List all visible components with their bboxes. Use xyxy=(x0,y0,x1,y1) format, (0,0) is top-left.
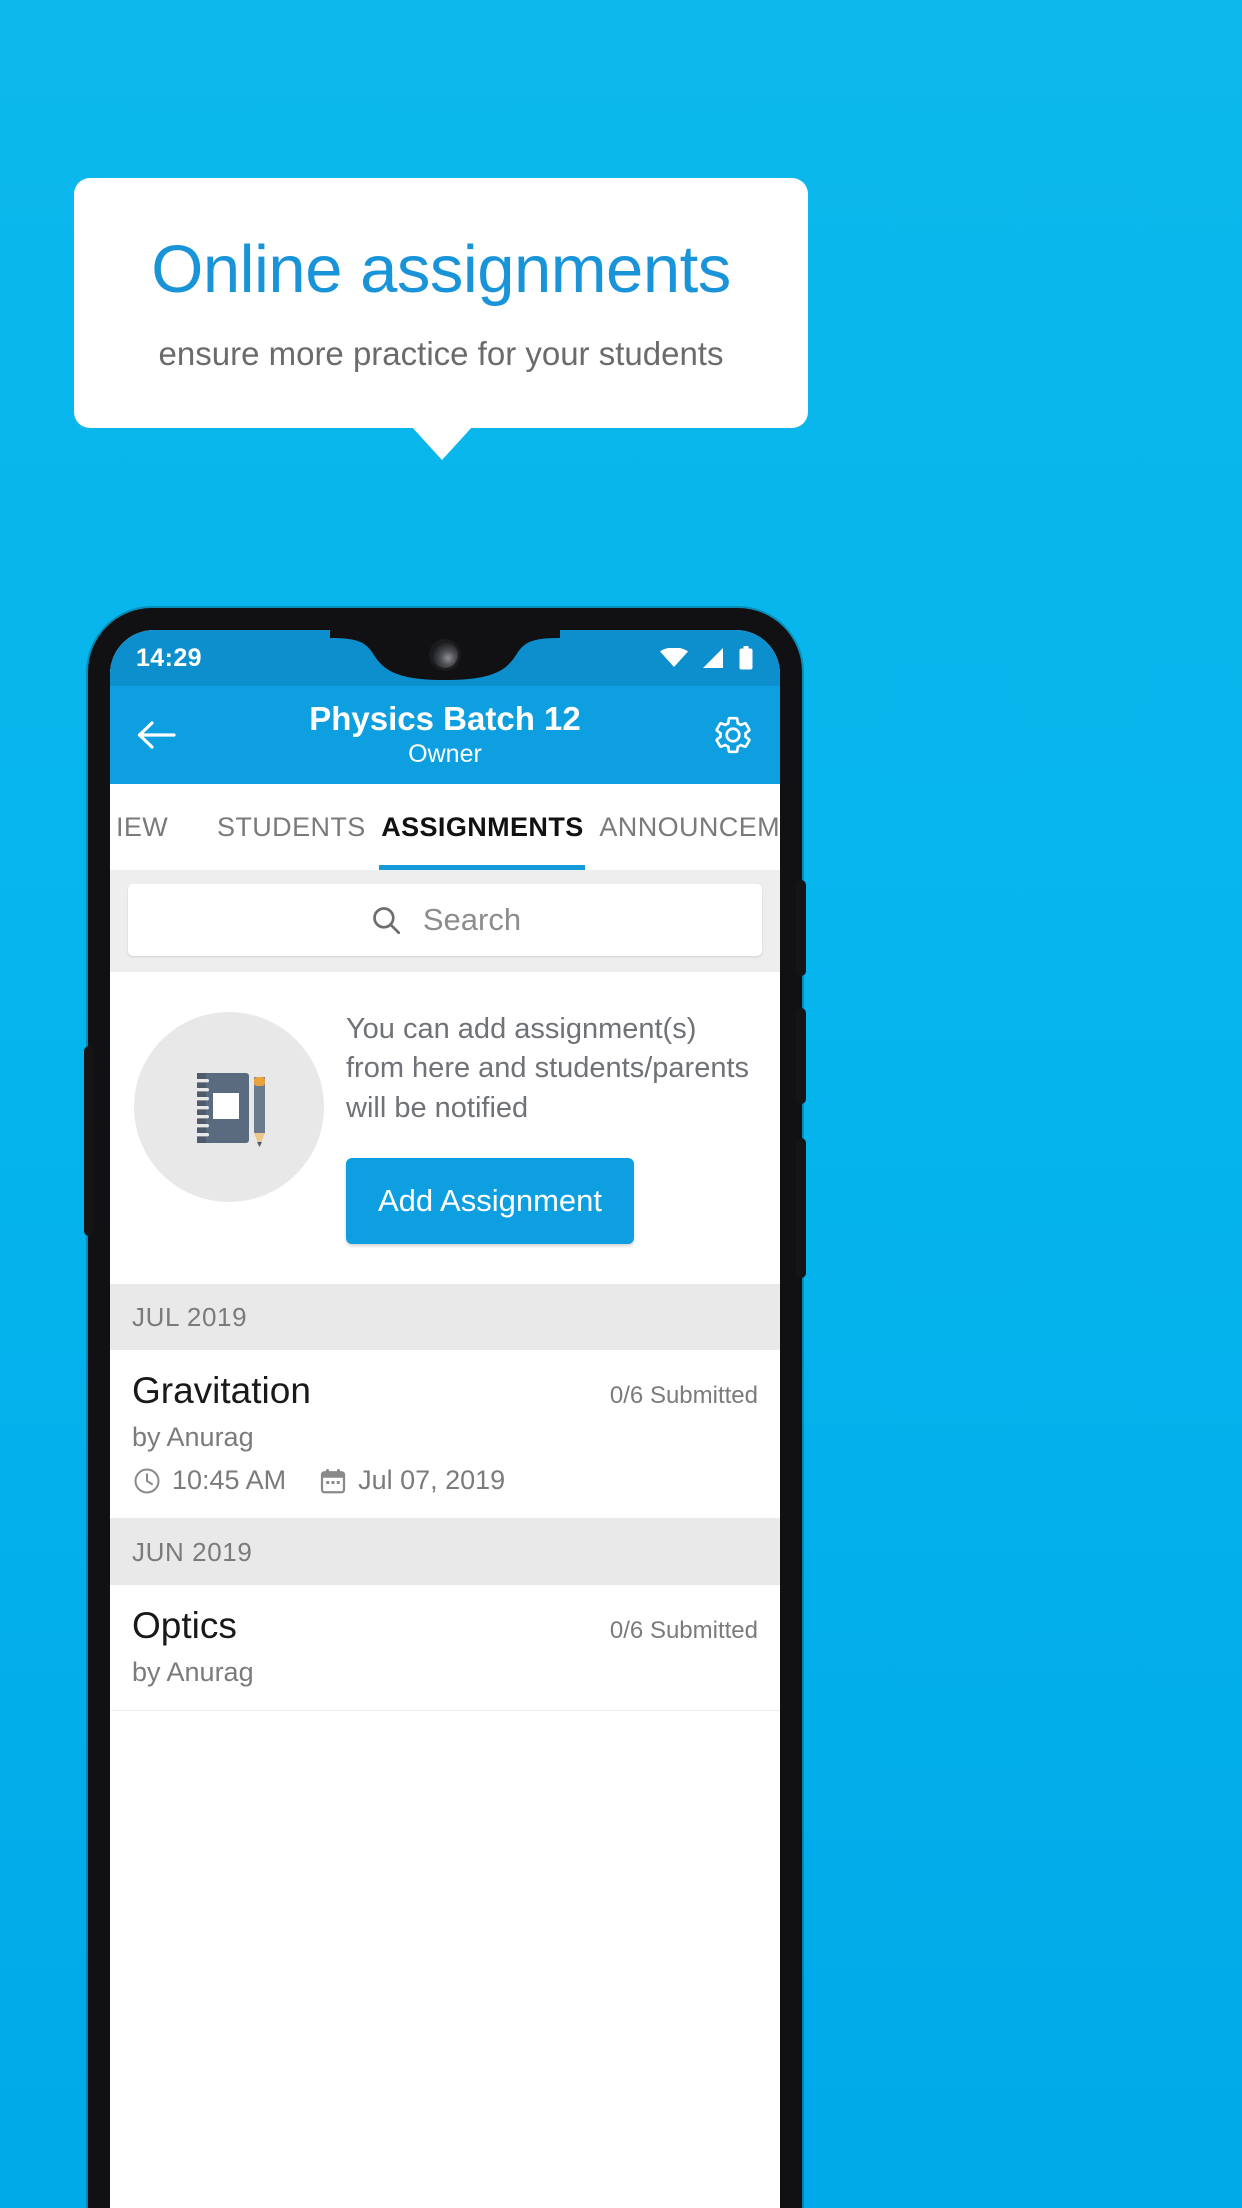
tab-students[interactable]: STUDENTS xyxy=(203,784,379,870)
promo-bubble: Online assignments ensure more practice … xyxy=(74,178,808,428)
clock-icon xyxy=(132,1466,162,1496)
assignment-row[interactable]: Optics 0/6 Submitted by Anurag xyxy=(110,1585,780,1712)
tab-bar: IEW STUDENTS ASSIGNMENTS ANNOUNCEM xyxy=(110,784,780,870)
assignment-title: Gravitation xyxy=(132,1370,311,1412)
page-title: Physics Batch 12 xyxy=(309,699,581,737)
tab-overview[interactable]: IEW xyxy=(110,784,203,870)
battery-icon xyxy=(738,646,754,670)
assignment-meta: 10:45 AM Jul 07, 2019 xyxy=(132,1465,758,1496)
promo-title: Online assignments xyxy=(151,232,731,308)
phone-mockup: 14:29 Physics Batch 12 Owner IEW STUDENT… xyxy=(84,608,806,2208)
promo-bubble-tail xyxy=(411,426,473,460)
add-assignment-button[interactable]: Add Assignment xyxy=(346,1158,635,1245)
signal-icon xyxy=(701,647,725,669)
assignment-author: by Anurag xyxy=(132,1422,254,1453)
back-button[interactable] xyxy=(136,720,188,750)
front-camera-icon xyxy=(432,642,458,668)
tab-announcements[interactable]: ANNOUNCEM xyxy=(585,784,780,870)
status-icons xyxy=(660,646,754,670)
volume-up-button[interactable] xyxy=(796,880,806,976)
notebook-and-pencil-icon xyxy=(134,1012,324,1202)
assignment-header: Gravitation 0/6 Submitted xyxy=(132,1370,758,1412)
calendar-icon xyxy=(318,1466,348,1496)
phone-screen: 14:29 Physics Batch 12 Owner IEW STUDENT… xyxy=(110,630,780,2208)
assignment-submitted-count: 0/6 Submitted xyxy=(609,1382,758,1410)
search-input[interactable]: Search xyxy=(128,884,762,956)
settings-button[interactable] xyxy=(702,714,754,756)
assignment-time: 10:45 AM xyxy=(172,1465,287,1496)
assignment-row[interactable]: Gravitation 0/6 Submitted by Anurag 10:4… xyxy=(110,1350,780,1520)
power-button[interactable] xyxy=(796,1138,806,1278)
search-icon xyxy=(369,903,403,937)
back-arrow-icon xyxy=(137,721,176,749)
assignment-author: by Anurag xyxy=(132,1657,254,1688)
promo-screenshot: Online assignments ensure more practice … xyxy=(0,0,1242,2208)
assignment-submitted-count: 0/6 Submitted xyxy=(609,1617,758,1645)
search-placeholder: Search xyxy=(422,902,522,937)
assignment-title: Optics xyxy=(132,1605,237,1647)
assignment-date: Jul 07, 2019 xyxy=(358,1465,506,1496)
empty-state-text: You can add assignment(s) from here and … xyxy=(346,1013,750,1124)
wifi-icon xyxy=(660,648,688,668)
month-header: JUL 2019 xyxy=(110,1284,780,1351)
app-bar-titles: Physics Batch 12 Owner xyxy=(188,700,702,769)
gear-icon xyxy=(715,716,751,754)
app-bar: Physics Batch 12 Owner xyxy=(110,686,780,784)
empty-state-block: You can add assignment(s) from here and … xyxy=(110,972,780,1285)
status-time: 14:29 xyxy=(136,643,202,672)
page-subtitle: Owner xyxy=(408,739,482,768)
volume-down-button[interactable] xyxy=(796,1008,806,1104)
month-header: JUN 2019 xyxy=(110,1519,780,1586)
assistant-button[interactable] xyxy=(84,1046,94,1236)
search-section: Search xyxy=(110,870,780,972)
tab-assignments[interactable]: ASSIGNMENTS xyxy=(379,784,586,870)
promo-subtitle: ensure more practice for your students xyxy=(158,334,724,372)
assignment-header: Optics 0/6 Submitted xyxy=(132,1605,758,1647)
empty-state-content: You can add assignment(s) from here and … xyxy=(346,1006,756,1245)
